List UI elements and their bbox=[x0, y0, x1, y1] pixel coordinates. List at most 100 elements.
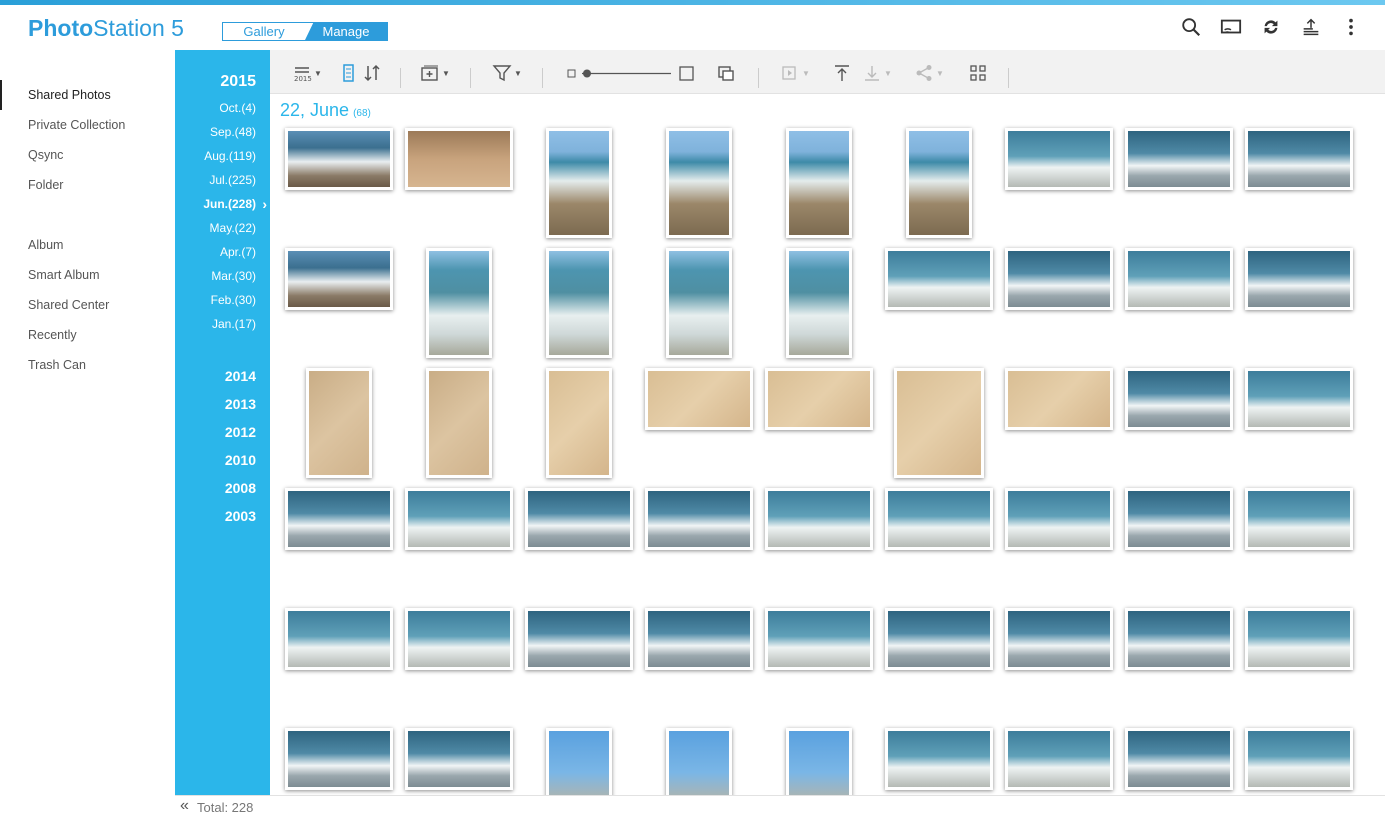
sidebar-item-trash-can[interactable]: Trash Can bbox=[0, 350, 175, 380]
photo-thumbnail[interactable] bbox=[645, 608, 753, 670]
photo-thumbnail[interactable] bbox=[885, 608, 993, 670]
photo-thumbnail[interactable] bbox=[1245, 128, 1353, 190]
photo-thumbnail[interactable] bbox=[645, 488, 753, 550]
timeline-year[interactable]: 2014 bbox=[175, 362, 270, 390]
timeline-month[interactable]: May.(22) bbox=[175, 216, 270, 240]
photo-thumbnail[interactable] bbox=[1005, 728, 1113, 790]
cast-icon[interactable] bbox=[1219, 15, 1243, 39]
share-icon[interactable]: ▼ bbox=[914, 62, 944, 84]
timeline-month-active[interactable]: Jun.(228) bbox=[175, 192, 270, 216]
photo-thumbnail[interactable] bbox=[1005, 608, 1113, 670]
filter-icon[interactable]: ▼ bbox=[492, 62, 522, 84]
photo-thumbnail[interactable] bbox=[1245, 608, 1353, 670]
photo-thumbnail[interactable] bbox=[405, 488, 513, 550]
gallery-mode-button[interactable]: Gallery bbox=[223, 23, 305, 40]
photo-thumbnail[interactable] bbox=[426, 368, 492, 478]
photo-thumbnail[interactable] bbox=[1005, 248, 1113, 310]
photo-thumbnail[interactable] bbox=[885, 248, 993, 310]
photo-thumbnail[interactable] bbox=[525, 488, 633, 550]
photo-thumbnail[interactable] bbox=[525, 608, 633, 670]
timeline-year[interactable]: 2003 bbox=[175, 502, 270, 530]
photo-thumbnail[interactable] bbox=[1005, 488, 1113, 550]
add-to-album-icon[interactable]: ▼ bbox=[420, 62, 450, 84]
timeline-month[interactable]: Jan.(17) bbox=[175, 312, 270, 336]
timeline-month[interactable]: Aug.(119) bbox=[175, 144, 270, 168]
photo-thumbnail[interactable] bbox=[1245, 368, 1353, 430]
manage-mode-button[interactable]: Manage bbox=[305, 23, 387, 40]
photo-thumbnail[interactable] bbox=[285, 248, 393, 310]
photo-thumbnail[interactable] bbox=[546, 248, 612, 358]
more-vert-icon[interactable] bbox=[1339, 15, 1363, 39]
photo-thumbnail[interactable] bbox=[1005, 128, 1113, 190]
photo-thumbnail[interactable] bbox=[906, 128, 972, 238]
photo-thumbnail[interactable] bbox=[1125, 488, 1233, 550]
photo-thumbnail[interactable] bbox=[1245, 248, 1353, 310]
photo-thumbnail[interactable] bbox=[285, 728, 393, 790]
timeline-month[interactable]: Jul.(225) bbox=[175, 168, 270, 192]
photo-thumbnail[interactable] bbox=[894, 368, 984, 478]
photo-thumbnail[interactable] bbox=[285, 608, 393, 670]
size-slider[interactable] bbox=[566, 62, 696, 84]
photo-thumbnail[interactable] bbox=[1125, 128, 1233, 190]
multi-select-icon[interactable] bbox=[716, 62, 736, 84]
photo-thumbnail[interactable] bbox=[1005, 368, 1113, 430]
photo-thumbnail[interactable] bbox=[1125, 608, 1233, 670]
refresh-icon[interactable] bbox=[1259, 15, 1283, 39]
photo-thumbnail[interactable] bbox=[765, 488, 873, 550]
photo-thumbnail[interactable] bbox=[1245, 728, 1353, 790]
upload-icon[interactable] bbox=[832, 62, 852, 84]
photo-thumbnail[interactable] bbox=[1245, 488, 1353, 550]
sidebar-item-private-collection[interactable]: Private Collection bbox=[0, 110, 175, 140]
photo-thumbnail[interactable] bbox=[786, 248, 852, 358]
sidebar-item-smart-album[interactable]: Smart Album bbox=[0, 260, 175, 290]
sidebar-item-recently[interactable]: Recently bbox=[0, 320, 175, 350]
photo-thumbnail[interactable] bbox=[285, 488, 393, 550]
photo-thumbnail[interactable] bbox=[405, 128, 513, 190]
sidebar-item-qsync[interactable]: Qsync bbox=[0, 140, 175, 170]
photo-thumbnail[interactable] bbox=[666, 248, 732, 358]
slideshow-icon[interactable]: ▼ bbox=[780, 62, 810, 84]
timeline-year-current[interactable]: 2015 bbox=[175, 72, 270, 96]
photo-thumbnail[interactable] bbox=[1125, 248, 1233, 310]
photo-thumbnail[interactable] bbox=[645, 368, 753, 430]
photo-thumbnail[interactable] bbox=[885, 488, 993, 550]
download-icon[interactable]: ▼ bbox=[862, 62, 892, 84]
photo-thumbnail[interactable] bbox=[285, 128, 393, 190]
photo-thumbnail[interactable] bbox=[426, 248, 492, 358]
timeline-month[interactable]: Sep.(48) bbox=[175, 120, 270, 144]
sidebar-item-folder[interactable]: Folder bbox=[0, 170, 175, 200]
photo-thumbnail[interactable] bbox=[666, 128, 732, 238]
timeline-year[interactable]: 2012 bbox=[175, 418, 270, 446]
upload-stack-icon[interactable] bbox=[1299, 15, 1323, 39]
photo-thumbnail[interactable] bbox=[1125, 368, 1233, 430]
app-logo[interactable]: PhotoStation 5 bbox=[28, 15, 184, 42]
timeline-month[interactable]: Mar.(30) bbox=[175, 264, 270, 288]
photo-thumbnail[interactable] bbox=[666, 728, 732, 795]
qr-code-icon[interactable] bbox=[968, 62, 988, 84]
photo-thumbnail[interactable] bbox=[306, 368, 372, 478]
photo-thumbnail[interactable] bbox=[786, 728, 852, 795]
photo-thumbnail[interactable] bbox=[546, 368, 612, 478]
list-view-icon[interactable] bbox=[340, 62, 360, 84]
timeline-view-icon[interactable]: 2015 ▼ bbox=[292, 62, 322, 84]
sort-icon[interactable] bbox=[362, 62, 382, 84]
collapse-panel-icon[interactable]: « bbox=[180, 797, 189, 815]
sidebar-item-shared-center[interactable]: Shared Center bbox=[0, 290, 175, 320]
timeline-month[interactable]: Feb.(30) bbox=[175, 288, 270, 312]
sidebar-item-album[interactable]: Album bbox=[0, 230, 175, 260]
timeline-month[interactable]: Oct.(4) bbox=[175, 96, 270, 120]
sidebar-item-shared-photos[interactable]: Shared Photos bbox=[0, 80, 175, 110]
timeline-month[interactable]: Apr.(7) bbox=[175, 240, 270, 264]
timeline-year[interactable]: 2013 bbox=[175, 390, 270, 418]
photo-thumbnail[interactable] bbox=[765, 608, 873, 670]
photo-thumbnail[interactable] bbox=[765, 368, 873, 430]
photo-thumbnail[interactable] bbox=[786, 128, 852, 238]
photo-thumbnail[interactable] bbox=[405, 728, 513, 790]
photo-thumbnail[interactable] bbox=[546, 128, 612, 238]
photo-thumbnail[interactable] bbox=[546, 728, 612, 795]
photo-thumbnail[interactable] bbox=[405, 608, 513, 670]
photo-thumbnail[interactable] bbox=[1125, 728, 1233, 790]
search-icon[interactable] bbox=[1179, 15, 1203, 39]
photo-thumbnail[interactable] bbox=[885, 728, 993, 790]
timeline-year[interactable]: 2010 bbox=[175, 446, 270, 474]
